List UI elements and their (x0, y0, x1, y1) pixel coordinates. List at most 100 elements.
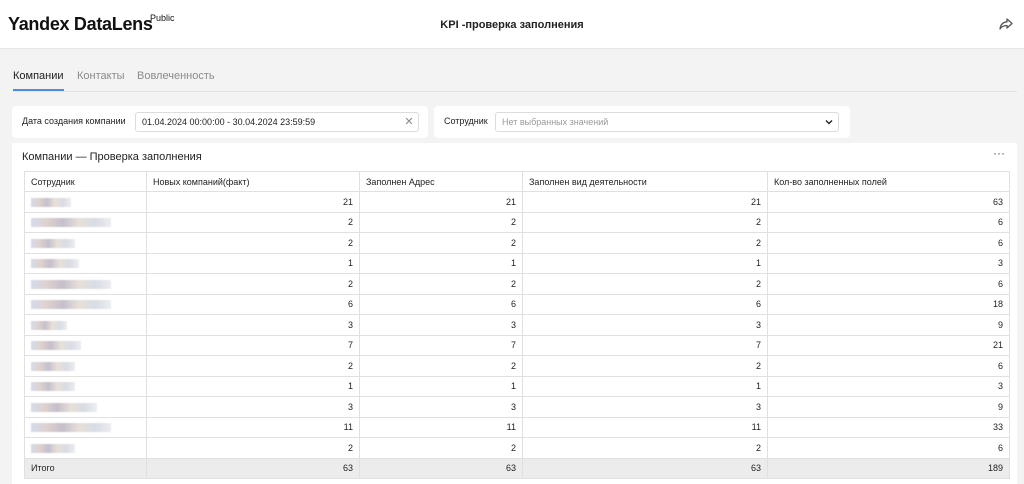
value-cell: 6 (767, 437, 1010, 459)
column-header[interactable]: Сотрудник (24, 171, 147, 192)
total-value: 189 (767, 457, 1010, 479)
total-label: Итого (24, 457, 147, 479)
redacted-name (31, 259, 79, 269)
value-cell: 1 (522, 375, 768, 397)
value-cell: 11 (522, 416, 768, 438)
table-row: 1113 (24, 375, 1010, 397)
value-cell: 1 (359, 375, 523, 397)
employee-cell (24, 416, 147, 438)
value-cell: 7 (522, 334, 768, 356)
value-cell: 6 (359, 293, 523, 315)
value-cell: 6 (767, 211, 1010, 233)
value-cell: 21 (522, 191, 768, 213)
value-cell: 21 (767, 334, 1010, 356)
table-row: 3339 (24, 396, 1010, 418)
value-cell: 3 (522, 396, 768, 418)
redacted-name (31, 443, 75, 453)
table-row: 21 21 21 63 (24, 191, 1010, 213)
value-cell: 3 (767, 375, 1010, 397)
tab-engagement[interactable]: Вовлеченность (137, 70, 215, 91)
value-cell: 11 (146, 416, 360, 438)
column-header[interactable]: Заполнен Адрес (359, 171, 523, 192)
table-row: 3339 (24, 314, 1010, 336)
value-cell: 21 (146, 191, 360, 213)
value-cell: 2 (359, 437, 523, 459)
value-cell: 2 (359, 355, 523, 377)
date-range-input[interactable]: 01.04.2024 00:00:00 - 30.04.2024 23:59:5… (135, 112, 419, 132)
clear-icon[interactable]: ✕ (403, 116, 415, 128)
value-cell: 2 (146, 437, 360, 459)
value-cell: 2 (359, 232, 523, 254)
value-cell: 6 (522, 293, 768, 315)
value-cell: 2 (522, 355, 768, 377)
table-header-row: Сотрудник Новых компаний(факт) Заполнен … (24, 171, 1010, 192)
table-row: 11 11 11 33 (24, 416, 1010, 438)
employee-cell (24, 355, 147, 377)
data-table: Сотрудник Новых компаний(факт) Заполнен … (24, 171, 1010, 479)
share-icon (999, 18, 1013, 30)
redacted-name (31, 320, 67, 330)
employee-filter-label: Сотрудник (444, 116, 488, 126)
value-cell: 3 (359, 396, 523, 418)
value-cell: 1 (146, 375, 360, 397)
value-cell: 3 (522, 314, 768, 336)
value-cell: 1 (359, 252, 523, 274)
redacted-name (31, 402, 97, 412)
value-cell: 2 (522, 211, 768, 233)
value-cell: 2 (146, 273, 360, 295)
value-cell: 3 (146, 396, 360, 418)
value-cell: 2 (359, 211, 523, 233)
date-filter-label: Дата создания компании (22, 116, 126, 126)
employee-cell (24, 334, 147, 356)
employee-cell (24, 314, 147, 336)
value-cell: 9 (767, 314, 1010, 336)
value-cell: 21 (359, 191, 523, 213)
value-cell: 2 (522, 232, 768, 254)
redacted-name (31, 341, 81, 351)
employee-cell (24, 211, 147, 233)
date-range-value: 01.04.2024 00:00:00 - 30.04.2024 23:59:5… (142, 117, 316, 127)
value-cell: 63 (767, 191, 1010, 213)
table-row: 2226 (24, 437, 1010, 459)
table-row: 2226 (24, 273, 1010, 295)
employee-cell (24, 252, 147, 274)
redacted-name (31, 197, 71, 207)
value-cell: 3 (146, 314, 360, 336)
total-value: 63 (359, 457, 523, 479)
column-header[interactable]: Новых компаний(факт) (146, 171, 360, 192)
value-cell: 3 (767, 252, 1010, 274)
redacted-name (31, 300, 111, 310)
tab-contacts[interactable]: Контакты (77, 70, 125, 91)
employee-select-placeholder: Нет выбранных значений (502, 117, 609, 127)
value-cell: 7 (359, 334, 523, 356)
employee-cell (24, 293, 147, 315)
column-header[interactable]: Кол-во заполненных полей (767, 171, 1010, 192)
value-cell: 1 (522, 252, 768, 274)
widget-title: Компании — Проверка заполнения (22, 151, 202, 163)
table-row: 1113 (24, 252, 1010, 274)
companies-widget: Компании — Проверка заполнения ··· Сотру… (12, 143, 1017, 484)
employee-cell (24, 273, 147, 295)
column-header[interactable]: Заполнен вид деятельности (522, 171, 768, 192)
total-value: 63 (146, 457, 360, 479)
share-button[interactable] (998, 16, 1016, 34)
employee-select[interactable]: Нет выбранных значений (495, 112, 839, 132)
date-filter: Дата создания компании 01.04.2024 00:00:… (12, 106, 428, 138)
tab-bar: Компании Контакты Вовлеченность (13, 70, 1017, 92)
value-cell: 6 (146, 293, 360, 315)
page-title: KPI -проверка заполнения (440, 19, 584, 31)
value-cell: 2 (146, 211, 360, 233)
redacted-name (31, 361, 75, 371)
total-row: Итого 63 63 63 189 (24, 457, 1010, 479)
value-cell: 6 (767, 355, 1010, 377)
value-cell: 1 (146, 252, 360, 274)
employee-cell (24, 191, 147, 213)
value-cell: 3 (359, 314, 523, 336)
tab-companies[interactable]: Компании (13, 70, 64, 91)
widget-menu-button[interactable]: ··· (993, 146, 1009, 160)
redacted-name (31, 382, 75, 392)
redacted-name (31, 279, 111, 289)
value-cell: 9 (767, 396, 1010, 418)
employee-cell (24, 437, 147, 459)
value-cell: 6 (767, 273, 1010, 295)
